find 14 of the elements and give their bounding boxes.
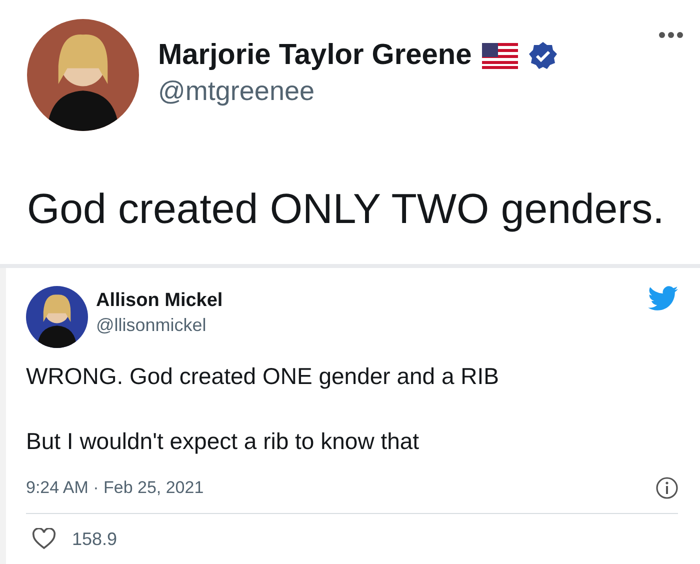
author-handle: @mtgreenee xyxy=(158,76,316,107)
more-icon[interactable] xyxy=(658,31,684,39)
like-count: 158.9 xyxy=(72,528,118,550)
author-handle: @llisonmickel xyxy=(96,315,208,336)
tweet-text: God created ONLY TWO genders. xyxy=(27,185,666,233)
heart-icon[interactable] xyxy=(32,528,56,550)
timestamp: 9:24 AM · Feb 25, 2021 xyxy=(26,478,204,498)
author-name: Marjorie Taylor Greene xyxy=(158,39,472,72)
flag-icon xyxy=(482,42,518,68)
tweet-text: WRONG. God created ONE gender and a RIB xyxy=(26,363,500,390)
tweet-text: But I wouldn't expect a rib to know that xyxy=(26,428,420,455)
bird-icon xyxy=(648,286,678,311)
info-icon[interactable] xyxy=(656,477,678,499)
author-name: Allison Mickel xyxy=(96,290,224,312)
